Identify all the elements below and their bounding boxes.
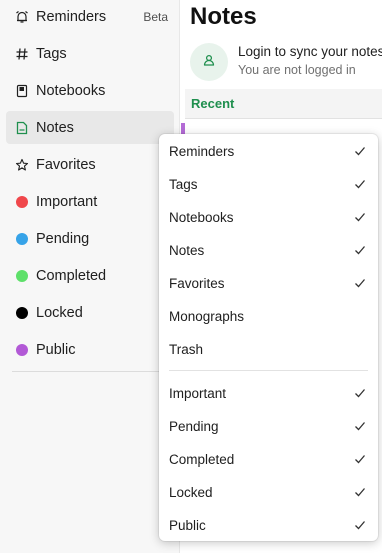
check-icon: [355, 180, 365, 189]
sidebar-item-label: Locked: [36, 304, 83, 321]
sidebar-item-label: Notebooks: [36, 82, 106, 99]
sidebar-item-label: Public: [36, 341, 76, 358]
sidebar-item-locked[interactable]: Locked: [6, 296, 174, 329]
menu-item-label: Trash: [169, 342, 204, 357]
menu-item-monographs[interactable]: Monographs: [159, 300, 378, 333]
sidebar-item-important[interactable]: Important: [6, 185, 174, 218]
menu-item-label: Monographs: [169, 309, 245, 324]
hash-icon: [15, 47, 29, 61]
check-icon: [355, 147, 365, 156]
recent-label: Recent: [191, 96, 235, 111]
menu-divider: [169, 370, 368, 371]
sidebar: Reminders Beta Tags Notebooks Notes Favo…: [0, 0, 180, 553]
sidebar-item-label: Tags: [36, 45, 67, 62]
sidebar-item-completed[interactable]: Completed: [6, 259, 174, 292]
check-icon: [355, 279, 365, 288]
menu-item-label: Notes: [169, 243, 205, 258]
sync-title[interactable]: Login to sync your notes: [238, 44, 382, 59]
sidebar-item-label: Important: [36, 193, 98, 210]
menu-item-label: Public: [169, 518, 206, 533]
page-title: Notes: [190, 3, 257, 30]
sidebar-item-pending[interactable]: Pending: [6, 222, 174, 255]
check-icon: [355, 488, 365, 497]
menu-item-label: Reminders: [169, 144, 235, 159]
user-icon: [202, 53, 216, 72]
menu-item-reminders[interactable]: Reminders: [159, 135, 378, 168]
check-icon: [355, 455, 365, 464]
menu-item-label: Favorites: [169, 276, 225, 291]
menu-item-label: Important: [169, 386, 227, 401]
sidebar-item-label: Notes: [36, 119, 74, 136]
note-icon: [15, 121, 29, 135]
menu-item-public[interactable]: Public: [159, 509, 378, 542]
menu-item-label: Notebooks: [169, 210, 234, 225]
notebook-icon: [15, 84, 29, 98]
color-dot-icon: [15, 232, 29, 246]
color-dot-icon: [15, 195, 29, 209]
sidebar-item-public[interactable]: Public: [6, 333, 174, 366]
star-icon: [15, 158, 29, 172]
sidebar-item-label: Pending: [36, 230, 90, 247]
menu-item-tags[interactable]: Tags: [159, 168, 378, 201]
sidebar-item-notebooks[interactable]: Notebooks: [6, 74, 174, 107]
menu-item-pending[interactable]: Pending: [159, 410, 378, 443]
check-icon: [355, 246, 365, 255]
check-icon: [355, 521, 365, 530]
menu-item-locked[interactable]: Locked: [159, 476, 378, 509]
check-icon: [355, 389, 365, 398]
color-dot-icon: [15, 343, 29, 357]
beta-badge: Beta: [143, 9, 168, 24]
sidebar-item-label: Favorites: [36, 156, 96, 173]
alarm-icon: [15, 10, 29, 24]
sidebar-item-label: Completed: [36, 267, 107, 284]
color-dot-icon: [15, 269, 29, 283]
color-dot-icon: [15, 306, 29, 320]
sidebar-item-reminders[interactable]: Reminders Beta: [6, 0, 174, 33]
login-sync-button[interactable]: [190, 43, 228, 81]
sidebar-item-tags[interactable]: Tags: [6, 37, 174, 70]
check-icon: [355, 422, 365, 431]
sync-status: You are not logged in: [238, 63, 356, 77]
sidebar-divider: [12, 371, 174, 372]
menu-item-label: Pending: [169, 419, 219, 434]
menu-item-label: Tags: [169, 177, 198, 192]
menu-item-notebooks[interactable]: Notebooks: [159, 201, 378, 234]
menu-item-important[interactable]: Important: [159, 377, 378, 410]
menu-item-completed[interactable]: Completed: [159, 443, 378, 476]
check-icon: [355, 213, 365, 222]
sidebar-context-menu: Reminders Tags Notebooks Notes Favorites…: [159, 134, 378, 541]
sidebar-item-notes[interactable]: Notes: [6, 111, 174, 144]
menu-item-favorites[interactable]: Favorites: [159, 267, 378, 300]
sidebar-item-label: Reminders: [36, 8, 107, 25]
menu-item-trash[interactable]: Trash: [159, 333, 378, 366]
menu-item-label: Completed: [169, 452, 235, 467]
menu-item-notes[interactable]: Notes: [159, 234, 378, 267]
recent-group-header: Recent: [185, 89, 382, 119]
menu-item-label: Locked: [169, 485, 213, 500]
sidebar-item-favorites[interactable]: Favorites: [6, 148, 174, 181]
